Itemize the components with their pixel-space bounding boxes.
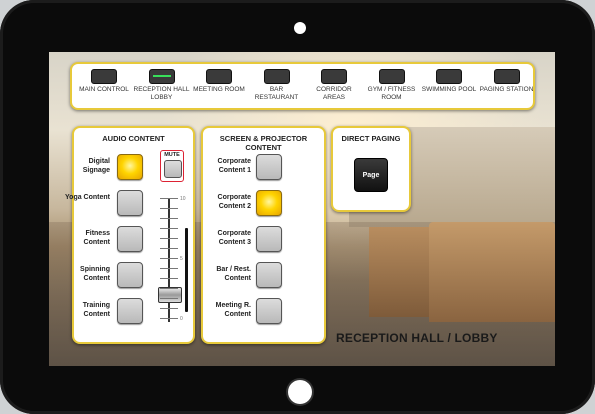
zone-gym-fitness-room[interactable]: GYM / FITNESS ROOM — [363, 69, 421, 101]
zone-indicator — [378, 69, 405, 84]
volume-tick — [160, 278, 178, 279]
audio-item-label: Fitness Content — [83, 230, 110, 246]
zone-selector-bar: MAIN CONTROL RECEPTION HALL LOBBY MEETING … — [70, 62, 535, 110]
mute-label: MUTE — [164, 152, 180, 158]
volume-tick — [160, 208, 178, 209]
audio-item-label: Digital Signage — [82, 158, 110, 174]
zone-indicator — [321, 69, 347, 84]
screen-panel-title: SCREEN & PROJECTOR CONTENT — [219, 134, 308, 152]
room-title: RECEPTION HALL / LOBBY — [336, 331, 498, 345]
background-reception-desk — [429, 222, 555, 322]
screen-item-button[interactable] — [256, 298, 282, 324]
volume-tick — [160, 298, 178, 299]
page-button-label: Page — [362, 171, 380, 179]
audio-content-panel: AUDIO CONTENT MUTE Digital Signage Yoga C… — [65, 126, 195, 344]
volume-tick — [160, 268, 178, 269]
volume-scale-number: 0 — [180, 316, 183, 322]
screen-item-label: Corporate Content 2 — [217, 194, 251, 210]
volume-tick — [160, 198, 178, 199]
screen-item-label: Corporate Content 1 — [217, 158, 251, 174]
volume-tick — [160, 218, 178, 219]
audio-item-button[interactable] — [117, 190, 143, 216]
zone-label: GYM / FITNESS ROOM — [367, 86, 416, 101]
zone-meeting-room[interactable]: MEETING ROOM — [190, 69, 248, 94]
camera-dot — [294, 22, 306, 34]
volume-tick — [160, 308, 178, 309]
zone-indicator — [493, 69, 520, 84]
audio-item-button[interactable] — [117, 298, 143, 324]
audio-item-label: Yoga Content — [65, 194, 110, 201]
volume-tick — [160, 228, 178, 229]
zone-label: MAIN CONTROL — [79, 86, 129, 93]
volume-tick — [160, 238, 178, 239]
volume-tick — [160, 258, 178, 259]
mute-control[interactable]: MUTE — [160, 150, 184, 182]
audio-item-button[interactable] — [117, 262, 143, 288]
audio-item-label: Spinning Content — [80, 266, 110, 282]
zone-label: MEETING ROOM — [193, 86, 245, 93]
page-button[interactable]: Page — [354, 158, 388, 192]
volume-scale-number: 10 — [180, 196, 186, 202]
volume-tick — [160, 248, 178, 249]
home-button[interactable] — [288, 380, 312, 404]
volume-slider-knob[interactable] — [158, 287, 182, 303]
screen-item-button[interactable] — [256, 190, 282, 216]
volume-tick — [160, 318, 178, 319]
screen-item-button[interactable] — [256, 154, 282, 180]
audio-item-button[interactable] — [117, 226, 143, 252]
zone-label: PAGING STATION — [479, 86, 534, 93]
zone-main-control[interactable]: MAIN CONTROL — [75, 69, 133, 94]
zone-label: RECEPTION HALL LOBBY — [133, 86, 190, 101]
zone-indicator — [148, 69, 175, 84]
screen-item-button[interactable] — [256, 226, 282, 252]
zone-swimming-pool[interactable]: SWIMMING POOL — [420, 69, 478, 94]
background-desk-left — [369, 227, 429, 317]
audio-item-button[interactable] — [117, 154, 143, 180]
screen-item-button[interactable] — [256, 262, 282, 288]
volume-meter — [185, 228, 188, 312]
audio-panel-title: AUDIO CONTENT — [102, 134, 165, 143]
zone-label: SWIMMING POOL — [421, 86, 477, 93]
screen-item-label: Corporate Content 3 — [217, 230, 251, 246]
zone-indicator — [206, 69, 232, 84]
volume-scale-number: 5 — [180, 256, 183, 262]
zone-indicator — [91, 69, 117, 84]
direct-paging-title: DIRECT PAGING — [341, 134, 401, 143]
screen-item-label: Bar / Rest. Content — [216, 266, 251, 282]
zone-label: CORRIDOR AREAS — [316, 86, 352, 101]
zone-label: BAR RESTAURANT — [254, 86, 299, 101]
direct-paging-panel: DIRECT PAGING Page — [331, 126, 411, 212]
zone-bar-restaurant[interactable]: BAR RESTAURANT — [248, 69, 306, 101]
audio-item-label: Training Content — [82, 302, 110, 318]
screen-item-label: Meeting R. Content — [215, 302, 251, 318]
zone-reception-hall-lobby[interactable]: RECEPTION HALL LOBBY — [133, 69, 191, 101]
volume-tick — [160, 288, 178, 289]
zone-indicator — [263, 69, 290, 84]
zone-indicator — [436, 69, 462, 84]
zone-paging-station[interactable]: PAGING STATION — [478, 69, 536, 94]
mute-button[interactable] — [164, 160, 182, 178]
screen-projector-panel: SCREEN & PROJECTOR CONTENT Corporate Con… — [201, 126, 326, 344]
volume-slider-track[interactable] — [168, 198, 170, 322]
zone-corridor-areas[interactable]: CORRIDOR AREAS — [305, 69, 363, 101]
